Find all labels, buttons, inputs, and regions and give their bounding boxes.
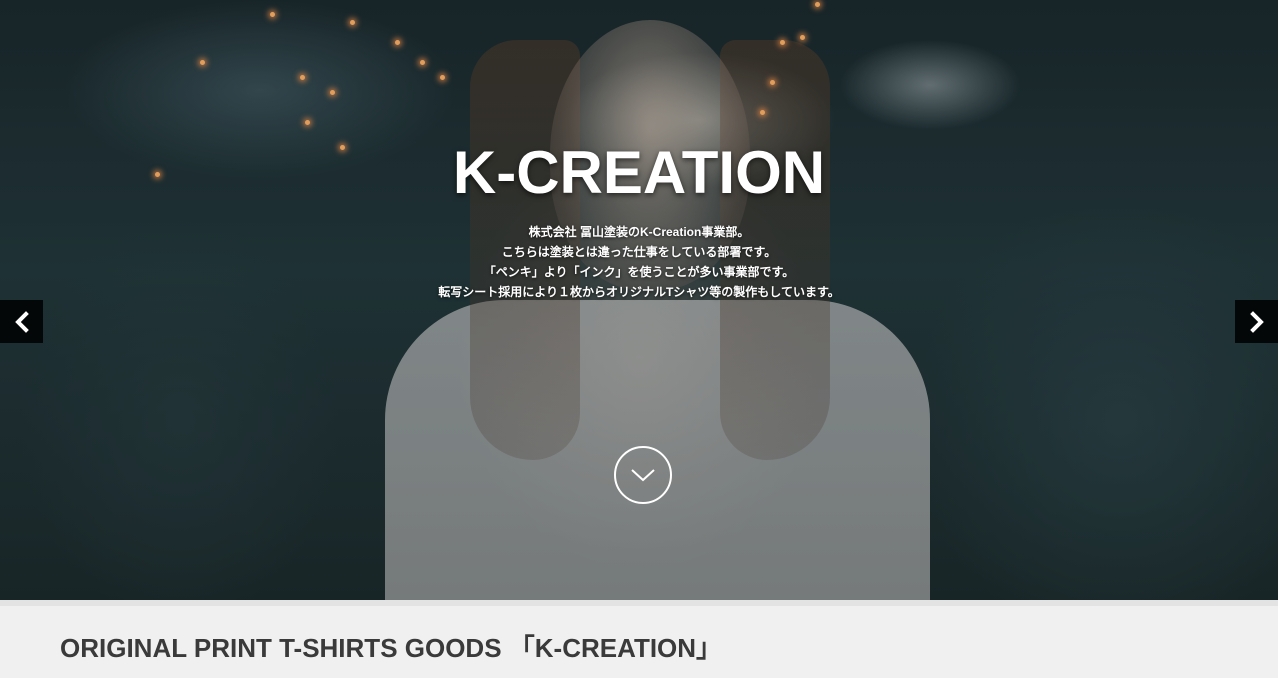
- hero-description: 株式会社 冨山塗装のK-Creation事業部。 こちらは塗装とは違った仕事をし…: [0, 222, 1278, 302]
- scroll-down-button[interactable]: [614, 446, 672, 504]
- hero-description-line: 転写シート採用により１枚からオリジナルTシャツ等の製作もしています。: [438, 285, 840, 299]
- hero-title: K-CREATION: [452, 139, 826, 206]
- chevron-right-icon: [1249, 310, 1264, 333]
- hero-description-line: 「ペンキ」より「インク」を使うことが多い事業部です。: [483, 265, 795, 279]
- section-title: ORIGINAL PRINT T-SHIRTS GOODS 「K-CREATIO…: [60, 633, 723, 663]
- slider-next-button[interactable]: [1235, 300, 1278, 343]
- chevron-left-icon: [14, 310, 29, 333]
- hero-description-line: こちらは塗装とは違った仕事をしている部署です。: [501, 245, 777, 259]
- hero-description-line: 株式会社 冨山塗装のK-Creation事業部。: [528, 225, 750, 239]
- hero-slider: K-CREATION 株式会社 冨山塗装のK-Creation事業部。 こちらは…: [0, 0, 1278, 600]
- chevron-down-icon: [631, 469, 655, 482]
- slider-prev-button[interactable]: [0, 300, 43, 343]
